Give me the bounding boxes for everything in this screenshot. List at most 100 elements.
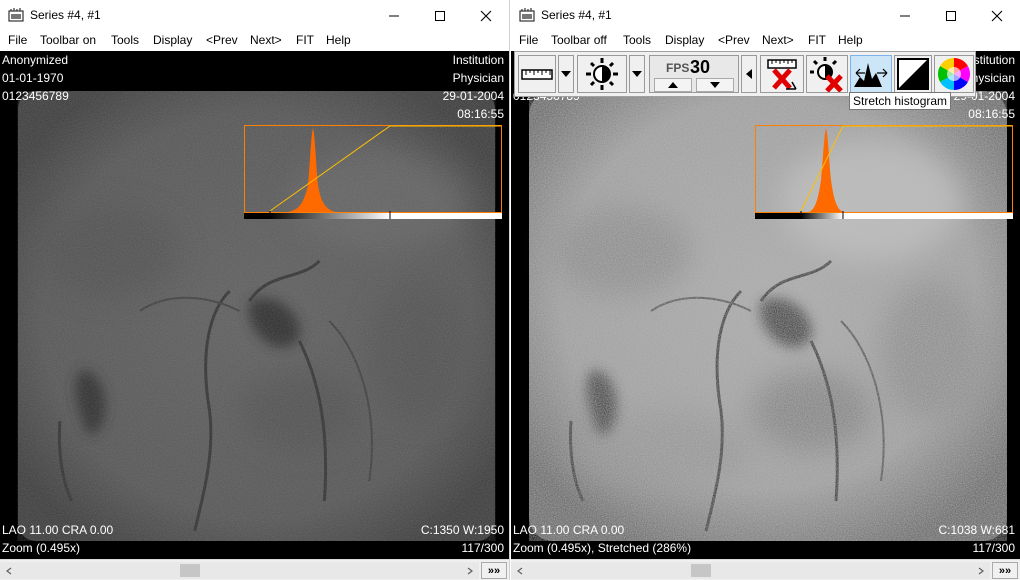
fps-control: FPS 30 (649, 55, 739, 93)
close-icon (991, 10, 1003, 21)
minimize-button[interactable] (882, 0, 928, 31)
frame-scrollbar[interactable] (511, 562, 990, 579)
maximize-button[interactable] (417, 0, 463, 31)
patient-id: 0123456789 (2, 89, 69, 103)
minimize-icon (389, 15, 399, 16)
menu-tools[interactable]: Tools (623, 33, 651, 47)
image-viewport[interactable]: Anonymized 01-01-1970 0123456789 Institu… (0, 51, 509, 559)
viewer-window-right: Series #4, #1 File Toolbar off Tools Dis… (511, 0, 1020, 580)
menu-toolbar-toggle[interactable]: Toolbar on (40, 33, 96, 47)
triangle-left-icon (746, 69, 752, 79)
measure-dropdown[interactable] (558, 55, 574, 93)
triangle-up-icon (668, 82, 678, 88)
chevron-down-icon (561, 71, 571, 77)
menu-prev[interactable]: <Prev (206, 33, 238, 47)
study-time: 08:16:55 (968, 107, 1015, 121)
title-bar[interactable]: Series #4, #1 (0, 0, 509, 31)
window-level-button[interactable] (577, 55, 627, 93)
menu-file[interactable]: File (8, 33, 27, 47)
frame-counter: 117/300 (972, 541, 1016, 555)
scroll-right-button[interactable] (974, 562, 988, 579)
window-level: C:1038 W:681 (938, 523, 1016, 537)
menu-help[interactable]: Help (326, 33, 351, 47)
app-icon (8, 8, 24, 22)
view-angles: LAO 11.00 CRA 0.00 (513, 523, 625, 537)
fps-increase-button[interactable] (654, 78, 692, 92)
fps-label: FPS (666, 61, 690, 75)
frame-scrollbar[interactable] (0, 562, 479, 579)
viewer-window-left: Series #4, #1 File Toolbar on Tools Disp… (0, 0, 510, 580)
play-button[interactable]: »» (992, 562, 1018, 579)
histogram-graph (755, 125, 1013, 219)
reset-brightness-icon (810, 57, 843, 92)
institution: Institution (452, 53, 504, 67)
color-palette-button[interactable] (934, 55, 974, 93)
triangle-down-icon (710, 82, 720, 88)
frame-scrollbar-bar: »» (0, 559, 509, 580)
menu-next[interactable]: Next> (250, 33, 282, 47)
menu-help[interactable]: Help (838, 33, 863, 47)
physician: Physician (452, 71, 504, 85)
scroll-thumb[interactable] (691, 564, 711, 577)
menu-file[interactable]: File (519, 33, 538, 47)
histogram-panel[interactable] (755, 125, 1013, 221)
maximize-icon (946, 10, 956, 21)
menu-next[interactable]: Next> (762, 33, 794, 47)
invert-button[interactable] (894, 55, 932, 93)
close-button[interactable] (463, 0, 509, 31)
measure-button[interactable] (518, 55, 556, 93)
fps-decrease-button[interactable] (696, 78, 734, 92)
close-icon (480, 10, 492, 21)
chevron-left-icon (517, 567, 523, 574)
title-bar[interactable]: Series #4, #1 (511, 0, 1020, 31)
invert-icon (897, 58, 929, 90)
clear-measurements-button[interactable] (760, 55, 804, 93)
app-icon (519, 8, 535, 22)
study-time: 08:16:55 (457, 107, 504, 121)
image-viewport[interactable]: 0123456789 Institution Physician 29-01-2… (511, 51, 1020, 559)
menu-fit[interactable]: FIT (296, 33, 314, 47)
window-level-dropdown[interactable] (629, 55, 645, 93)
tooltip: Stretch histogram (849, 92, 952, 110)
zoom-info: Zoom (0.495x), Stretched (286%) (513, 541, 692, 555)
study-date: 29-01-2004 (442, 89, 504, 103)
chevron-right-icon (467, 567, 473, 574)
frame-counter: 117/300 (461, 541, 505, 555)
menu-display[interactable]: Display (665, 33, 704, 47)
window-title: Series #4, #1 (30, 8, 101, 22)
image-toolbar: FPS 30 (514, 51, 976, 97)
menu-fit[interactable]: FIT (808, 33, 826, 47)
minimize-button[interactable] (371, 0, 417, 31)
brightness-icon (586, 58, 618, 90)
menu-tools[interactable]: Tools (111, 33, 139, 47)
menu-prev[interactable]: <Prev (718, 33, 750, 47)
menu-display[interactable]: Display (153, 33, 192, 47)
toolbar-collapse-button[interactable] (741, 55, 757, 93)
reset-window-level-button[interactable] (806, 55, 848, 93)
maximize-icon (435, 10, 445, 21)
clear-ruler-icon (767, 59, 797, 90)
view-angles: LAO 11.00 CRA 0.00 (2, 523, 114, 537)
chevron-down-icon (632, 71, 642, 77)
patient-name: Anonymized (2, 53, 69, 67)
chevron-left-icon (6, 567, 12, 574)
maximize-button[interactable] (928, 0, 974, 31)
window-title: Series #4, #1 (541, 8, 612, 22)
stretch-histogram-icon (854, 63, 888, 87)
play-button[interactable]: »» (481, 562, 507, 579)
menu-bar: File Toolbar on Tools Display <Prev Next… (0, 31, 509, 51)
close-button[interactable] (974, 0, 1020, 31)
scroll-right-button[interactable] (463, 562, 477, 579)
chevron-right-icon (978, 567, 984, 574)
scroll-left-button[interactable] (513, 562, 527, 579)
histogram-panel[interactable] (244, 125, 502, 221)
ruler-icon (521, 69, 553, 80)
fps-value: 30 (690, 57, 711, 77)
menu-toolbar-toggle[interactable]: Toolbar off (551, 33, 607, 47)
scroll-thumb[interactable] (180, 564, 200, 577)
stretch-histogram-button[interactable] (850, 55, 892, 93)
zoom-info: Zoom (0.495x) (2, 541, 81, 555)
frame-scrollbar-bar: »» (511, 559, 1020, 580)
scroll-left-button[interactable] (2, 562, 16, 579)
histogram-graph (244, 125, 502, 219)
